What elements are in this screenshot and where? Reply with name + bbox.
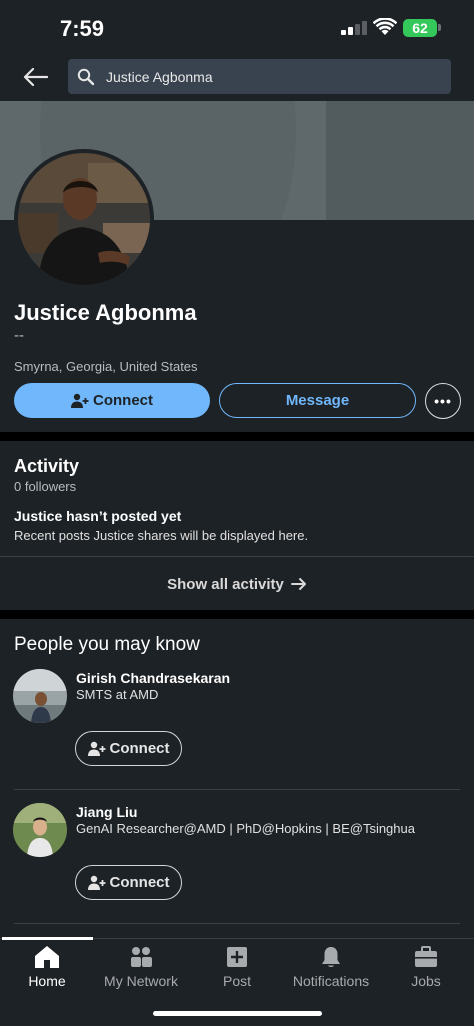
person-connect-button[interactable]: Connect — [75, 731, 182, 766]
profile-location: Smyrna, Georgia, United States — [14, 359, 198, 374]
person-connect-label: Connect — [109, 874, 170, 891]
add-person-icon — [87, 875, 105, 890]
search-query: Justice Agbonma — [106, 68, 213, 85]
activity-title: Activity — [14, 456, 80, 476]
person-connect-button[interactable]: Connect — [75, 865, 182, 900]
people-you-may-know-title: People you may know — [14, 634, 200, 655]
nav-post-label: Post — [222, 973, 251, 989]
nav-notifications-label: Notifications — [292, 973, 370, 989]
person-name[interactable]: Jiang Liu — [76, 804, 137, 820]
nav-notifications[interactable]: Notifications — [284, 939, 378, 997]
battery-tip — [438, 24, 441, 31]
arrow-right-icon — [290, 578, 306, 590]
person-title: GenAI Researcher@AMD | PhD@Hopkins | BE@… — [76, 821, 415, 836]
connect-button[interactable]: Connect — [14, 383, 210, 418]
home-icon — [34, 945, 60, 969]
search-header: Justice Agbonma — [0, 56, 474, 102]
person-name[interactable]: Girish Chandrasekaran — [76, 670, 230, 686]
section-divider — [0, 432, 474, 441]
person-title: SMTS at AMD — [76, 687, 159, 702]
nav-my-network-label: My Network — [104, 973, 178, 989]
plus-square-icon — [224, 945, 250, 969]
screen: 7:59 62 Justice Agbonma Justice Agbonma … — [0, 0, 474, 1026]
connect-label: Connect — [93, 392, 153, 409]
wifi-icon — [373, 18, 397, 35]
people-icon — [128, 945, 154, 969]
more-options-button[interactable]: ••• — [425, 383, 461, 419]
status-bar: 7:59 62 — [0, 0, 474, 56]
activity-divider — [0, 556, 474, 557]
message-button[interactable]: Message — [219, 383, 416, 418]
nav-jobs-label: Jobs — [411, 973, 441, 989]
show-all-label: Show all activity — [167, 575, 284, 593]
add-person-icon — [71, 393, 89, 408]
show-all-activity-button[interactable]: Show all activity — [0, 570, 474, 598]
nav-home-label: Home — [28, 973, 66, 989]
nav-jobs[interactable]: Jobs — [379, 939, 473, 997]
bell-icon — [318, 945, 344, 969]
activity-empty-title: Justice hasn’t posted yet — [14, 508, 182, 524]
nav-home[interactable]: Home — [0, 939, 94, 997]
followers-count: 0 followers — [14, 479, 77, 494]
status-time: 7:59 — [60, 16, 105, 41]
profile-headline: -- — [14, 327, 24, 344]
person-divider — [14, 923, 460, 924]
profile-name: Justice Agbonma — [14, 300, 197, 325]
briefcase-icon — [413, 945, 439, 969]
profile-avatar[interactable] — [14, 149, 154, 289]
person-connect-label: Connect — [109, 740, 170, 757]
message-label: Message — [285, 392, 350, 409]
person-avatar[interactable] — [13, 669, 67, 723]
activity-empty-body: Recent posts Justice shares will be disp… — [14, 528, 309, 543]
back-button[interactable] — [20, 62, 50, 92]
nav-my-network[interactable]: My Network — [94, 939, 188, 997]
search-icon — [76, 67, 96, 87]
more-icon: ••• — [434, 393, 452, 409]
add-person-icon — [87, 741, 105, 756]
nav-post[interactable]: Post — [190, 939, 284, 997]
arrow-left-icon — [23, 67, 48, 87]
signal-icon — [341, 21, 367, 35]
battery-icon: 62 — [403, 19, 437, 37]
search-input[interactable]: Justice Agbonma — [68, 59, 451, 94]
home-indicator — [153, 1011, 322, 1016]
person-divider — [14, 789, 460, 790]
battery-level: 62 — [412, 20, 428, 36]
section-divider — [0, 610, 474, 619]
person-avatar[interactable] — [13, 803, 67, 857]
